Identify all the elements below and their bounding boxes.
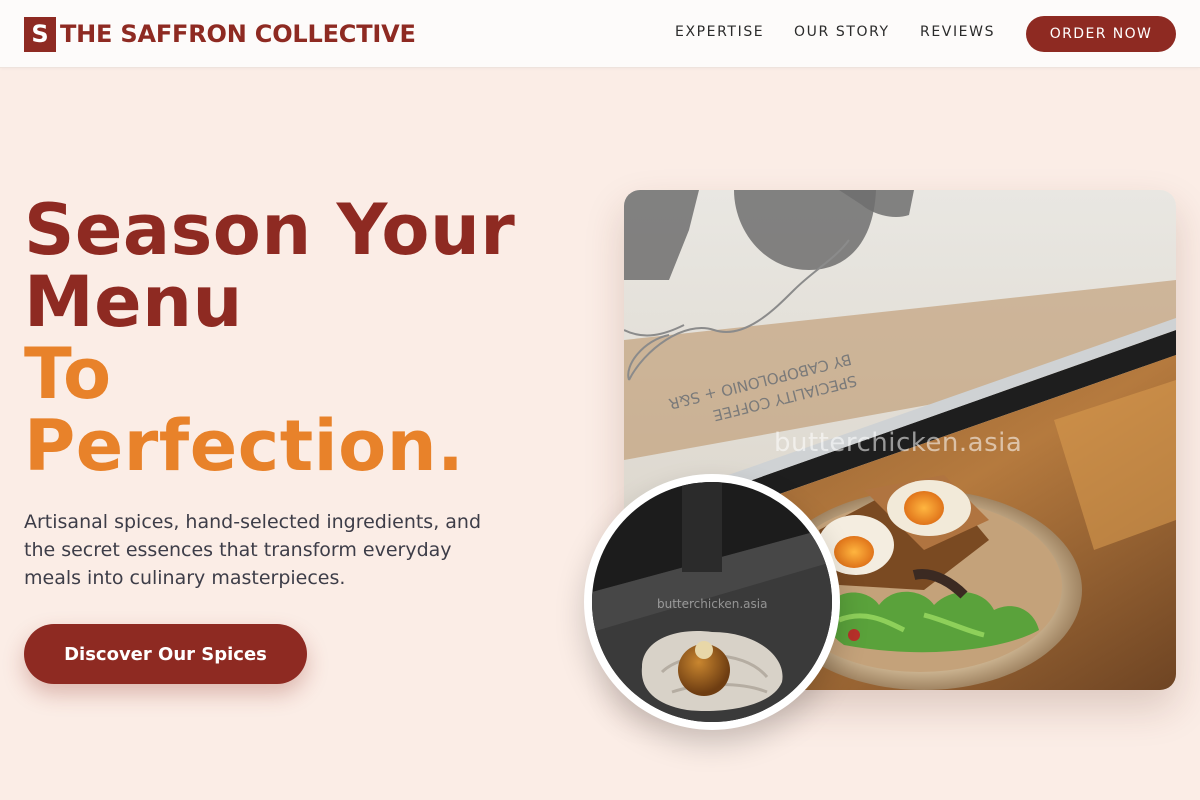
hero-title-line: Season Your bbox=[24, 189, 516, 271]
brand-logo[interactable]: S THE SAFFRON COLLECTIVE bbox=[24, 16, 416, 52]
hero-title: Season Your Menu To Perfection. bbox=[24, 194, 584, 482]
brand-name: THE SAFFRON COLLECTIVE bbox=[60, 20, 416, 48]
discover-spices-button[interactable]: Discover Our Spices bbox=[24, 624, 307, 684]
hero-title-line: Menu bbox=[24, 261, 243, 343]
nav-link-reviews[interactable]: REVIEWS bbox=[920, 24, 995, 40]
nav-link-expertise[interactable]: EXPERTISE bbox=[675, 24, 764, 40]
hero-subtitle: Artisanal spices, hand-selected ingredie… bbox=[24, 511, 482, 589]
hero-title-accent-line: Perfection. bbox=[24, 405, 465, 487]
main-photo-watermark: butterchicken.asia bbox=[774, 428, 1023, 458]
brand-mark-icon: S bbox=[24, 16, 56, 52]
hero-title-accent-line: To bbox=[24, 333, 112, 415]
site-header: S THE SAFFRON COLLECTIVE EXPERTISE OUR S… bbox=[0, 0, 1200, 68]
nav-link-our-story[interactable]: OUR STORY bbox=[794, 24, 890, 40]
inset-photo-watermark: butterchicken.asia bbox=[657, 597, 768, 611]
order-now-button[interactable]: ORDER NOW bbox=[1026, 16, 1176, 52]
